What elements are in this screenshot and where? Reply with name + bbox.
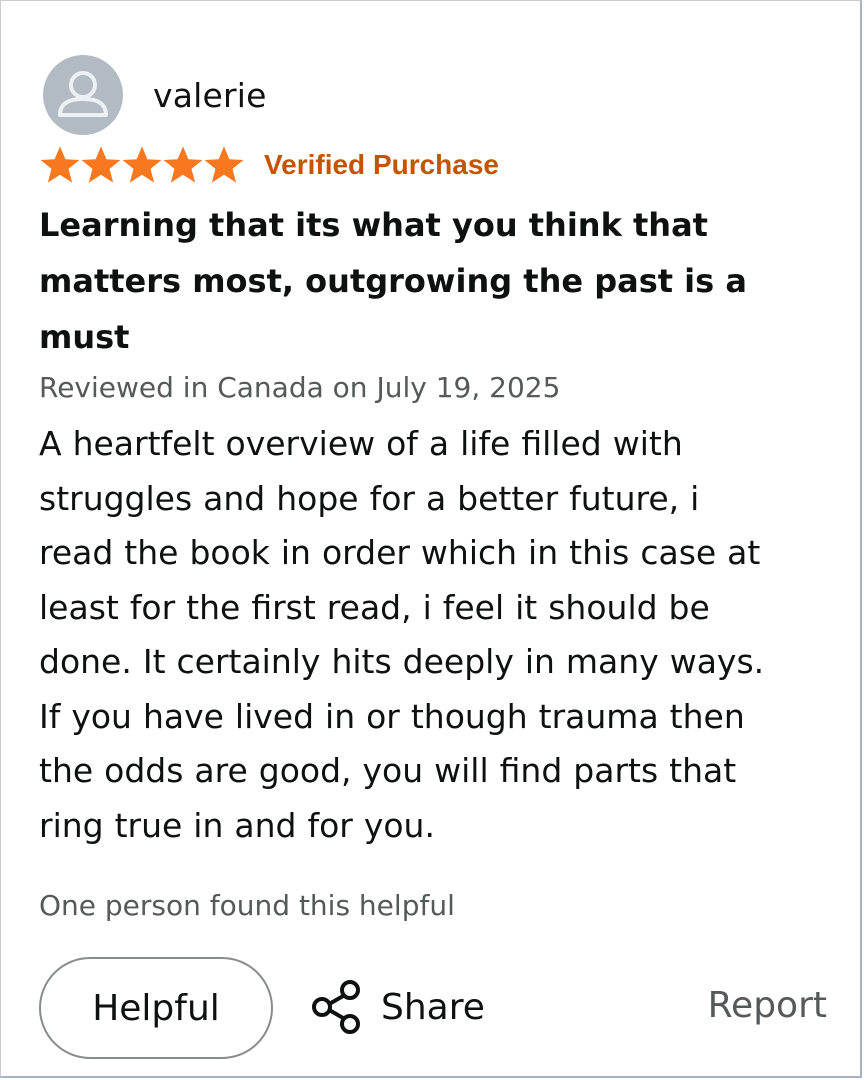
- helpful-count: One person found this helpful: [39, 889, 455, 922]
- report-link[interactable]: Report: [708, 985, 827, 1026]
- star-icon: [81, 146, 121, 183]
- rating-row: Verified Purchase: [39, 145, 499, 185]
- reviewer-profile[interactable]: valerie: [43, 55, 267, 135]
- review-body-line: done. It certainly hits deeply in many w…: [39, 642, 765, 681]
- review-body-line: the odds are good, you will find parts t…: [39, 751, 737, 790]
- star-icon: [122, 146, 162, 183]
- review-body-line: If you have lived in or though trauma th…: [39, 696, 745, 736]
- star-icon: [204, 146, 244, 183]
- review-title[interactable]: Learning that its what you think that ma…: [39, 197, 829, 365]
- star-icon: [163, 146, 203, 183]
- review-body-line: struggles and hope for a better future, …: [39, 478, 700, 518]
- reviewer-name[interactable]: valerie: [153, 76, 267, 115]
- review-body-line: read the book in order which in this cas…: [39, 533, 761, 572]
- star-rating[interactable]: [39, 145, 244, 185]
- helpful-button[interactable]: Helpful: [39, 957, 273, 1059]
- person-icon: [58, 71, 108, 117]
- review-meta: Reviewed in Canada on July 19, 2025: [39, 371, 561, 404]
- review-body: A heartfelt overview of a life filled wi…: [39, 417, 839, 853]
- review-body-line: A heartfelt overview of a life filled wi…: [39, 424, 683, 463]
- verified-purchase-badge: Verified Purchase: [264, 149, 500, 180]
- star-icon: [40, 146, 80, 183]
- review-body-line: least for the first read, i feel it shou…: [39, 587, 710, 627]
- avatar: [43, 55, 123, 135]
- share-label: Share: [381, 986, 485, 1028]
- review-card: valerie Verified Purchase Learning that …: [0, 0, 862, 1078]
- share-icon: [312, 980, 360, 1034]
- review-body-line: ring true in and for you.: [39, 805, 435, 845]
- review-actions: Helpful Share Report: [39, 957, 829, 1059]
- share-button[interactable]: Share: [309, 977, 485, 1037]
